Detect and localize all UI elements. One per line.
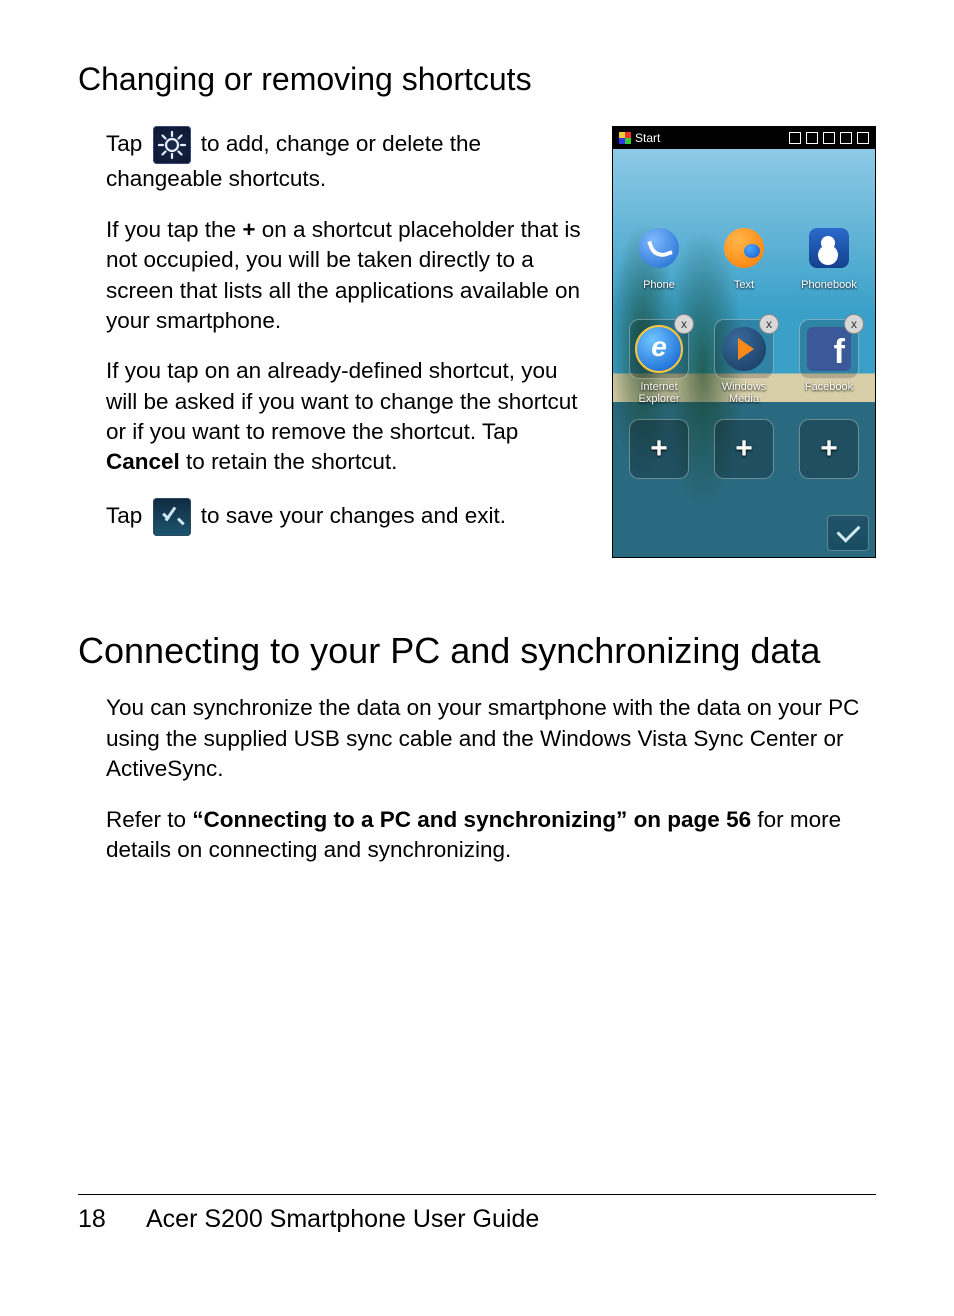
- app-windows-media: x Windows Media: [705, 319, 783, 411]
- ie-app-icon: x: [629, 319, 689, 379]
- app-placeholder: +: [705, 419, 783, 511]
- para-tap-gear: Tap: [106, 126, 594, 194]
- phone-app-grid: Phone Text Phonebook x Internet Explorer…: [613, 219, 875, 511]
- fb-app-icon: fx: [799, 319, 859, 379]
- section2-text: You can synchronize the data on your sma…: [78, 693, 876, 865]
- close-icon: x: [674, 314, 694, 334]
- app-label: Facebook: [805, 382, 853, 394]
- text-app-icon: [715, 219, 773, 277]
- start-label: Start: [635, 131, 660, 145]
- text-fragment: Refer to: [106, 807, 192, 832]
- app-text: Text: [705, 219, 783, 311]
- heading-changing-shortcuts: Changing or removing shortcuts: [78, 60, 876, 98]
- app-placeholder: +: [620, 419, 698, 511]
- wm-app-icon: x: [714, 319, 774, 379]
- app-ie: x Internet Explorer: [620, 319, 698, 411]
- para-sync-description: You can synchronize the data on your sma…: [106, 693, 876, 784]
- phone-statusbar: Start: [613, 127, 875, 149]
- volume-icon: [840, 132, 852, 144]
- app-label: Phone: [643, 280, 675, 292]
- page-footer: 18 Acer S200 Smartphone User Guide: [78, 1194, 876, 1234]
- windows-flag-icon: [619, 132, 631, 144]
- app-placeholder: +: [790, 419, 868, 511]
- app-label: Windows Media: [722, 382, 767, 405]
- footer-title: Acer S200 Smartphone User Guide: [146, 1205, 539, 1234]
- heading-connecting-pc: Connecting to your PC and synchronizing …: [78, 628, 876, 673]
- bold-cancel: Cancel: [106, 449, 180, 474]
- plus-glyph: +: [242, 217, 255, 242]
- section1-text: Tap: [78, 126, 594, 558]
- bold-crossref: “Connecting to a PC and synchronizing” o…: [192, 807, 751, 832]
- page-number: 18: [78, 1205, 112, 1234]
- battery-icon: [857, 132, 869, 144]
- plus-placeholder-icon: +: [799, 419, 859, 479]
- para-refer-to: Refer to “Connecting to a PC and synchro…: [106, 805, 876, 866]
- para-tap-plus: If you tap the + on a shortcut placehold…: [106, 215, 594, 337]
- text-fragment: Tap: [106, 503, 149, 528]
- plus-placeholder-icon: +: [629, 419, 689, 479]
- para-already-defined: If you tap on an already-defined shortcu…: [106, 356, 594, 478]
- phone-app-icon: [630, 219, 688, 277]
- plus-placeholder-icon: +: [714, 419, 774, 479]
- text-fragment: If you tap the: [106, 217, 242, 242]
- text-fragment: If you tap on an already-defined shortcu…: [106, 358, 578, 444]
- app-label: Phonebook: [801, 280, 857, 292]
- phonebook-app-icon: [800, 219, 858, 277]
- close-icon: x: [844, 314, 864, 334]
- signal-icon: [806, 132, 818, 144]
- phone-screenshot: Start 12:00PM Phone: [612, 126, 876, 558]
- app-label: Internet Explorer: [639, 382, 680, 405]
- checkmark-icon: [153, 498, 191, 536]
- save-check-icon: [827, 515, 869, 551]
- close-icon: x: [759, 314, 779, 334]
- status-icon: [789, 132, 801, 144]
- app-label: Text: [734, 280, 754, 292]
- text-fragment: to retain the shortcut.: [180, 449, 398, 474]
- app-phone: Phone: [620, 219, 698, 311]
- gear-icon: [153, 126, 191, 164]
- app-phonebook: Phonebook: [790, 219, 868, 311]
- text-fragment: to save your changes and exit.: [201, 503, 506, 528]
- text-fragment: Tap: [106, 131, 149, 156]
- app-facebook: fx Facebook: [790, 319, 868, 411]
- para-tap-save: Tap to save your changes and exit.: [106, 498, 594, 536]
- wifi-icon: [823, 132, 835, 144]
